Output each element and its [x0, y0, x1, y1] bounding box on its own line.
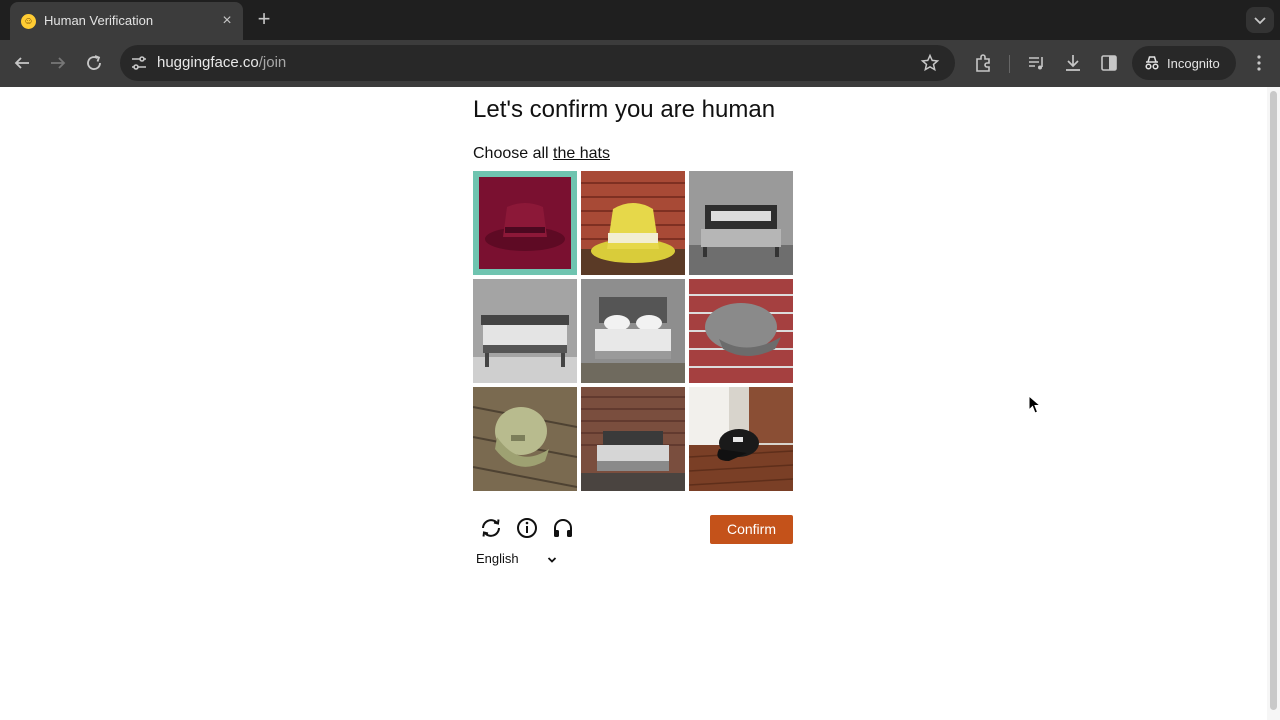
chevron-down-icon[interactable] — [547, 552, 557, 563]
browser-toolbar: huggingface.co/join Incognito — [0, 40, 1280, 87]
download-icon[interactable] — [1062, 52, 1084, 74]
media-control-icon[interactable] — [1026, 52, 1048, 74]
refresh-icon[interactable] — [479, 516, 503, 540]
captcha-tile-bed-1[interactable] — [689, 171, 793, 275]
scrollbar-thumb[interactable] — [1270, 91, 1277, 710]
back-icon[interactable] — [10, 51, 34, 75]
prompt-target: the hats — [553, 145, 610, 162]
tab-title: Human Verification — [44, 13, 154, 28]
captcha-tile-bed-2[interactable] — [473, 279, 577, 383]
incognito-icon — [1143, 54, 1161, 72]
captcha-image-grid — [473, 171, 793, 491]
mouse-cursor-icon — [1028, 394, 1042, 415]
prompt-prefix: Choose all — [473, 145, 554, 162]
site-info-icon[interactable] — [128, 52, 150, 74]
incognito-badge[interactable]: Incognito — [1132, 46, 1236, 80]
url-text: huggingface.co/join — [157, 54, 286, 71]
confirm-button[interactable]: Confirm — [710, 515, 793, 544]
captcha-tile-bed-3[interactable] — [581, 279, 685, 383]
captcha-prompt: Choose all the hats — [473, 145, 610, 163]
page-content: Let's confirm you are human Choose all t… — [0, 87, 1267, 720]
captcha-tile-hat-3[interactable] — [689, 279, 793, 383]
incognito-label: Incognito — [1167, 56, 1220, 71]
toolbar-divider — [1009, 55, 1010, 73]
url-host: huggingface.co — [157, 54, 259, 71]
address-bar[interactable]: huggingface.co/join — [120, 45, 955, 81]
side-panel-icon[interactable] — [1098, 52, 1120, 74]
active-tab[interactable]: ☺ Human Verification × — [10, 2, 243, 40]
bookmark-star-icon[interactable] — [920, 53, 940, 73]
tab-search-icon[interactable] — [1246, 7, 1274, 33]
captcha-tile-hat-5[interactable] — [689, 387, 793, 491]
page-title: Let's confirm you are human — [473, 96, 776, 123]
captcha-tile-hat-2[interactable] — [581, 171, 685, 275]
new-tab-button[interactable]: + — [253, 8, 275, 30]
close-tab-icon[interactable]: × — [217, 11, 237, 31]
hugging-face-favicon-icon: ☺ — [21, 14, 36, 29]
menu-icon[interactable] — [1248, 52, 1270, 74]
captcha-tile-hat-4[interactable] — [473, 387, 577, 491]
captcha-tile-hat-1[interactable] — [473, 171, 577, 275]
page-scrollbar[interactable] — [1267, 87, 1280, 720]
tab-strip: ☺ Human Verification × + — [0, 0, 1280, 40]
captcha-tile-bed-4[interactable] — [581, 387, 685, 491]
extensions-icon[interactable] — [972, 52, 994, 74]
info-icon[interactable] — [515, 516, 539, 540]
url-path: /join — [258, 54, 287, 71]
reload-icon[interactable] — [82, 51, 106, 75]
audio-icon[interactable] — [551, 516, 575, 540]
forward-icon[interactable] — [46, 51, 70, 75]
language-select[interactable]: English — [476, 551, 519, 566]
